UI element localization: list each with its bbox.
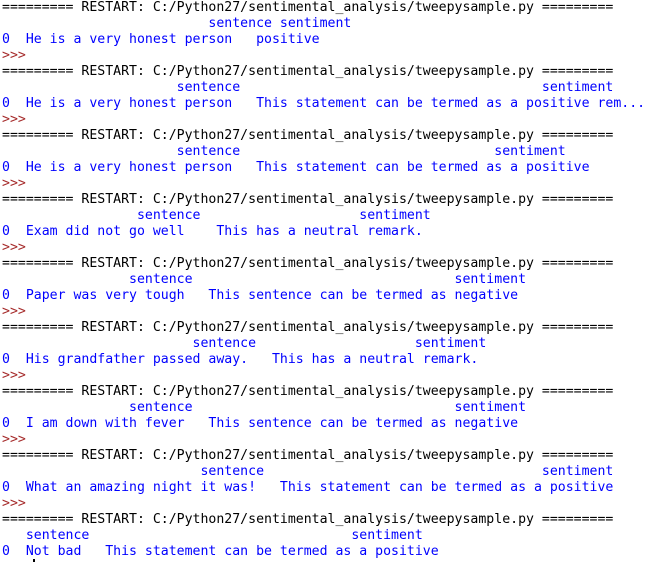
shell-prompt: >>> xyxy=(2,48,26,63)
python-shell-output[interactable]: ========= RESTART: C:/Python27/sentiment… xyxy=(0,0,670,563)
shell-prompt: >>> xyxy=(2,112,26,127)
dataframe-header: sentence sentiment xyxy=(2,144,566,159)
dataframe-row: 0 He is a very honest person This statem… xyxy=(2,160,590,175)
dataframe-row: 0 I am down with fever This sentence can… xyxy=(2,416,519,431)
dataframe-row: 0 What an amazing night it was! This sta… xyxy=(2,480,614,495)
restart-banner: ========= RESTART: C:/Python27/sentiment… xyxy=(2,64,614,79)
dataframe-header: sentence sentiment xyxy=(2,16,352,31)
dataframe-header: sentence sentiment xyxy=(2,400,527,415)
restart-banner: ========= RESTART: C:/Python27/sentiment… xyxy=(2,192,614,207)
shell-prompt: >>> xyxy=(2,240,26,255)
dataframe-row: 0 His grandfather passed away. This has … xyxy=(2,352,479,367)
dataframe-header: sentence sentiment xyxy=(2,272,527,287)
dataframe-header: sentence sentiment xyxy=(2,336,487,351)
restart-banner: ========= RESTART: C:/Python27/sentiment… xyxy=(2,128,614,143)
restart-banner: ========= RESTART: C:/Python27/sentiment… xyxy=(2,512,614,527)
dataframe-header: sentence sentiment xyxy=(2,208,431,223)
dataframe-header: sentence sentiment xyxy=(2,528,423,543)
dataframe-row: 0 He is a very honest person This statem… xyxy=(2,96,646,111)
dataframe-header: sentence sentiment xyxy=(2,464,614,479)
shell-prompt: >>> xyxy=(2,368,26,383)
restart-banner: ========= RESTART: C:/Python27/sentiment… xyxy=(2,256,614,271)
dataframe-row: 0 Not bad This statement can be termed a… xyxy=(2,544,439,559)
restart-banner: ========= RESTART: C:/Python27/sentiment… xyxy=(2,384,614,399)
dataframe-row: 0 Paper was very tough This sentence can… xyxy=(2,288,519,303)
dataframe-header: sentence sentiment xyxy=(2,80,614,95)
dataframe-row: 0 He is a very honest person positive xyxy=(2,32,320,47)
shell-prompt: >>> xyxy=(2,432,26,447)
dataframe-row: 0 Exam did not go well This has a neutra… xyxy=(2,224,423,239)
text-cursor xyxy=(33,559,35,562)
shell-prompt: >>> xyxy=(2,176,26,191)
restart-banner: ========= RESTART: C:/Python27/sentiment… xyxy=(2,320,614,335)
restart-banner: ========= RESTART: C:/Python27/sentiment… xyxy=(2,0,614,15)
shell-prompt: >>> xyxy=(2,304,26,319)
restart-banner: ========= RESTART: C:/Python27/sentiment… xyxy=(2,448,614,463)
shell-prompt: >>> xyxy=(2,496,26,511)
